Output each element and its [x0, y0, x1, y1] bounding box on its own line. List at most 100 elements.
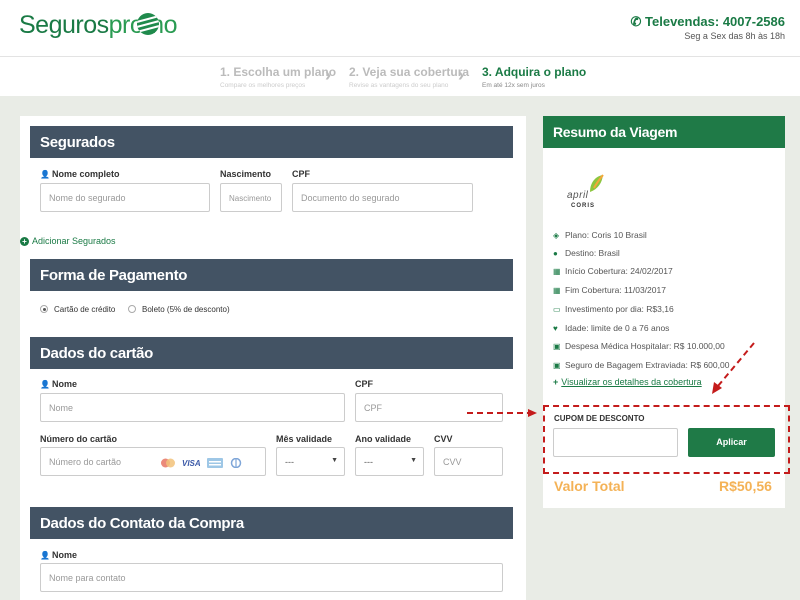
birth-date-input[interactable]: Nascimento	[220, 183, 282, 212]
suitcase-icon: ▣	[553, 361, 561, 370]
coverage-details-link[interactable]: + Visualizar os detalhes da cobertura	[553, 377, 702, 387]
mastercard-icon	[161, 458, 175, 468]
april-wordmark: april	[567, 190, 589, 201]
summary-end-date-text: Fim Cobertura: 11/03/2017	[565, 285, 666, 295]
add-insured-text: Adicionar Segurados	[32, 236, 116, 246]
insurer-logo: april CORIS	[563, 168, 613, 212]
user-icon: 👤	[40, 170, 50, 179]
summary-daily-cost-text: Investimento por dia: R$3,16	[565, 304, 674, 314]
summary-age-limit-text: Idade: limite de 0 a 76 anos	[565, 323, 670, 333]
card-brands: VISA	[160, 458, 243, 468]
contact-name-input[interactable]: Nome para contato	[40, 563, 503, 592]
birth-label: Nascimento	[220, 169, 272, 179]
payment-option-card-label: Cartão de crédito	[54, 305, 116, 314]
payment-option-card[interactable]: Cartão de crédito	[40, 305, 115, 314]
total-label: Valor Total	[554, 478, 625, 494]
radio-unselected-icon[interactable]	[128, 305, 136, 313]
dropdown-arrow-icon: ▼	[410, 457, 417, 464]
payment-option-boleto[interactable]: Boleto (5% de desconto)	[128, 305, 230, 314]
phone-number: ✆ Televendas: 4007-2586	[631, 14, 785, 30]
expiry-month-value: ---	[285, 457, 294, 467]
summary-plan: ◈ Plano: Coris 10 Brasil	[553, 230, 647, 240]
cvv-label: CVV	[434, 434, 453, 444]
phone-text: Televendas: 4007-2586	[645, 14, 785, 29]
step-3-subtitle: Em até 12x sem juros	[482, 82, 545, 89]
insured-cpf-input[interactable]: Documento do segurado	[292, 183, 473, 212]
summary-age-limit: ♥ Idade: limite de 0 a 76 anos	[553, 323, 669, 333]
step-1-subtitle: Compare os melhores preços	[220, 82, 306, 89]
coupon-highlight-annotation	[543, 405, 790, 474]
money-icon: ▭	[553, 305, 561, 314]
card-number-label: Número do cartão	[40, 434, 118, 444]
summary-baggage-text: Seguro de Bagagem Extraviada: R$ 600,00	[565, 360, 730, 370]
heart-icon: ♥	[553, 324, 558, 333]
step-3: 3. Adquira o plano Em até 12x sem juros	[482, 65, 586, 89]
radio-selected-icon[interactable]	[40, 305, 48, 313]
card-cpf-label: CPF	[355, 379, 373, 389]
contact-name-label: 👤 Nome	[40, 550, 77, 560]
card-holder-name-input[interactable]: Nome	[40, 393, 345, 422]
map-pin-icon: ●	[553, 249, 558, 258]
leaf-icon	[590, 174, 604, 192]
summary-start-date-text: Início Cobertura: 24/02/2017	[565, 266, 673, 276]
trip-summary-title: Resumo da Viagem	[543, 116, 785, 148]
contact-name-label-text: Nome	[51, 550, 77, 560]
add-insured-link[interactable]: + Adicionar Segurados	[20, 236, 116, 246]
expiry-year-label: Ano validade	[355, 434, 412, 444]
phone-icon: ✆	[630, 14, 646, 29]
section-header-card: Dados do cartão	[30, 337, 513, 369]
full-name-label-text: Nome completo	[51, 169, 120, 179]
step-1: 1. Escolha um plano Compare os melhores …	[220, 65, 336, 89]
chevron-right-icon: ›	[325, 65, 331, 85]
plus-circle-icon: +	[20, 237, 29, 246]
arrow-right-icon	[528, 409, 537, 417]
expiry-year-select[interactable]: --- ▼	[355, 447, 424, 476]
chevron-right-icon: ›	[458, 65, 464, 85]
step-3-title: 3. Adquira o plano	[482, 65, 587, 79]
expiry-month-label: Mês validade	[276, 434, 333, 444]
section-header-contact: Dados do Contato da Compra	[30, 507, 513, 539]
checkout-steps: 1. Escolha um plano Compare os melhores …	[0, 56, 800, 96]
summary-daily-cost: ▭ Investimento por dia: R$3,16	[553, 304, 674, 314]
step-1-title: 1. Escolha um plano	[220, 65, 337, 79]
business-hours: Seg a Sex das 8h às 18h	[684, 31, 785, 41]
logo-globe-icon	[137, 13, 159, 35]
total-value: R$50,56	[719, 478, 772, 494]
section-header-payment: Forma de Pagamento	[30, 259, 513, 291]
summary-end-date: ▦ Fim Cobertura: 11/03/2017	[553, 285, 666, 295]
step-2-title: 2. Veja sua cobertura	[349, 65, 470, 79]
user-icon: 👤	[40, 551, 50, 560]
coris-wordmark: CORIS	[571, 203, 596, 209]
user-icon: 👤	[40, 380, 50, 389]
coverage-details-text: Visualizar os detalhes da cobertura	[561, 377, 702, 387]
insured-name-input[interactable]: Nome do segurado	[40, 183, 210, 212]
step-2-subtitle: Revise as vantagens do seu plano	[349, 82, 449, 89]
summary-baggage: ▣ Seguro de Bagagem Extraviada: R$ 600,00	[553, 360, 729, 370]
expiry-year-value: ---	[364, 457, 373, 467]
summary-start-date: ▦ Início Cobertura: 24/02/2017	[553, 266, 673, 276]
full-name-label: 👤 Nome completo	[40, 169, 119, 179]
visa-icon: VISA	[182, 458, 201, 468]
summary-medical-text: Despesa Médica Hospitalar: R$ 10.000,00	[565, 341, 725, 351]
expiry-month-select[interactable]: --- ▼	[276, 447, 345, 476]
medkit-icon: ▣	[553, 342, 561, 351]
amex-icon	[206, 458, 223, 468]
card-cpf-input[interactable]: CPF	[355, 393, 503, 422]
logo-text-seguros: Seguros	[19, 11, 109, 39]
cpf-label: CPF	[292, 169, 310, 179]
calendar-icon: ▦	[553, 267, 561, 276]
summary-destination: ● Destino: Brasil	[553, 248, 620, 258]
section-header-segurados: Segurados	[30, 126, 513, 158]
plus-icon: +	[553, 377, 559, 387]
summary-medical: ▣ Despesa Médica Hospitalar: R$ 10.000,00	[553, 341, 725, 351]
diners-icon	[230, 458, 241, 468]
site-header: Segurospromo ✆ Televendas: 4007-2586 Seg…	[0, 0, 800, 56]
payment-option-boleto-label: Boleto (5% de desconto)	[142, 305, 230, 314]
dropdown-arrow-icon: ▼	[331, 457, 338, 464]
cvv-input[interactable]: CVV	[434, 447, 503, 476]
step-2: 2. Veja sua cobertura Revise as vantagen…	[349, 65, 469, 89]
card-name-label-text: Nome	[51, 379, 77, 389]
summary-destination-text: Destino: Brasil	[565, 248, 620, 258]
summary-plan-text: Plano: Coris 10 Brasil	[565, 230, 647, 240]
tag-icon: ◈	[553, 231, 560, 240]
